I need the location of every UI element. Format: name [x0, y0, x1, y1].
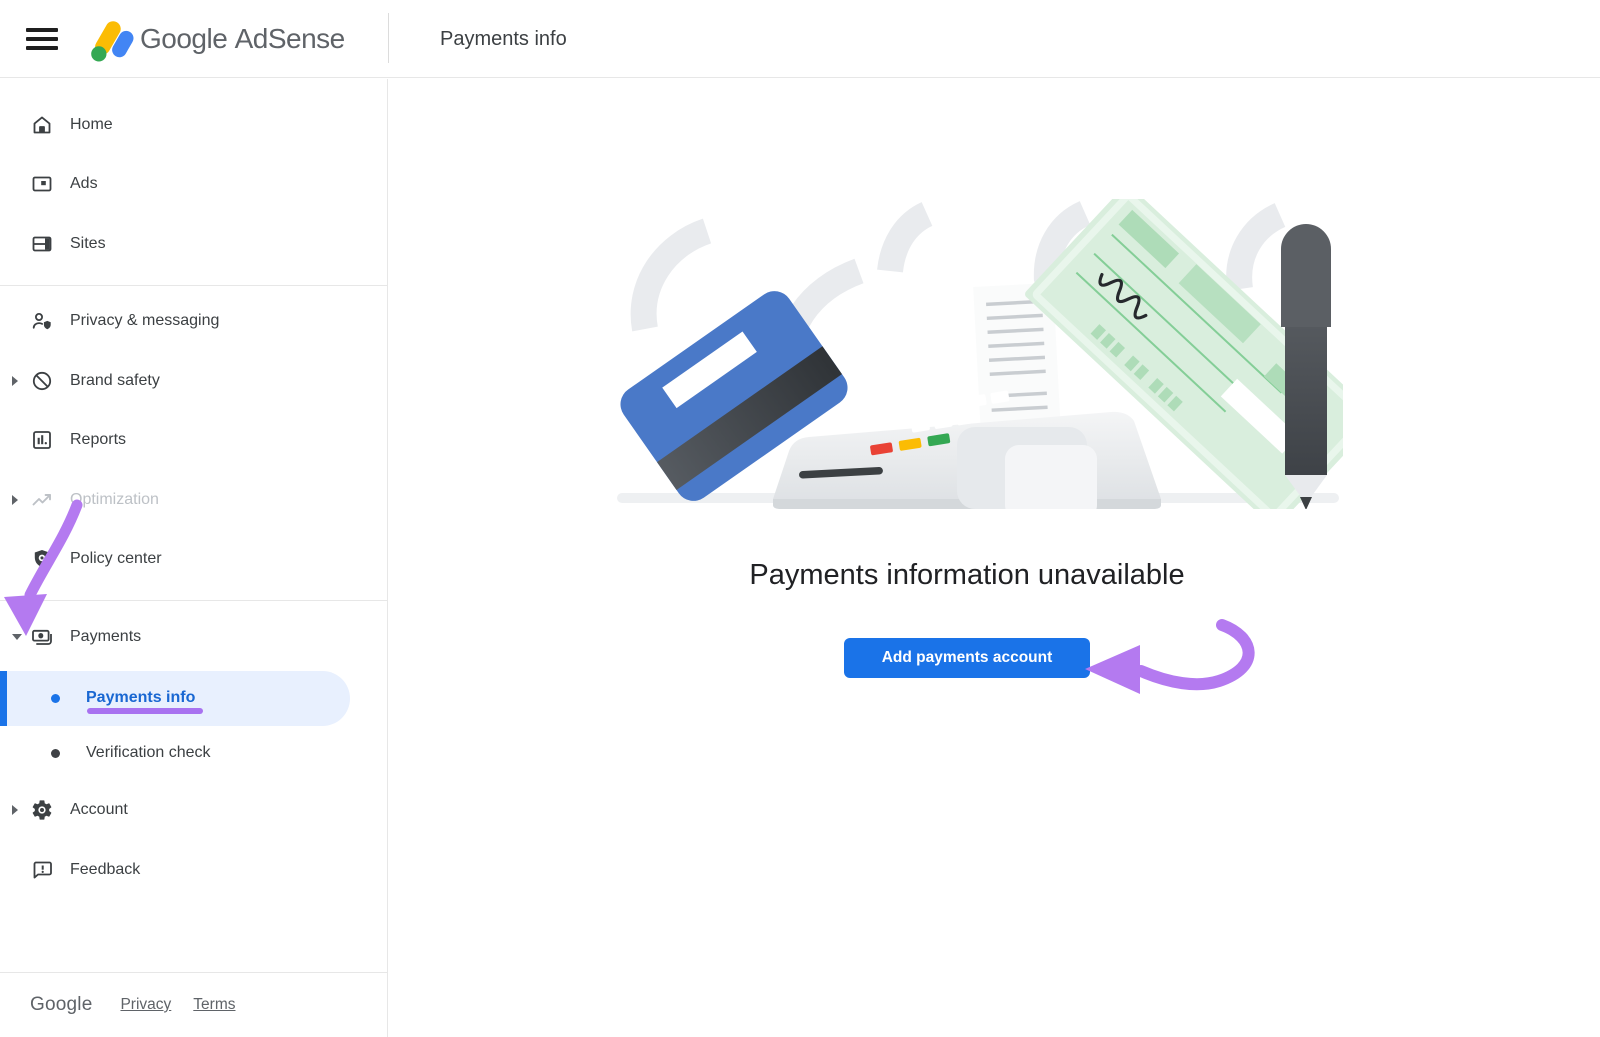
sidebar-item-label: Optimization: [70, 491, 159, 509]
footer-privacy-link[interactable]: Privacy: [120, 996, 171, 1014]
sidebar-item-home[interactable]: Home: [0, 95, 387, 155]
sidebar-divider: [0, 600, 387, 601]
ads-icon: [30, 172, 54, 196]
sidebar-item-label: Verification check: [86, 744, 211, 762]
bullet-icon: [51, 694, 60, 703]
account-icon: [30, 798, 54, 822]
privacy-messaging-icon: [30, 309, 54, 333]
sidebar-item-verification-check[interactable]: Verification check: [0, 726, 387, 781]
sidebar-footer: Google Privacy Terms: [0, 972, 387, 1037]
policy-center-icon: [30, 547, 54, 571]
footer-google-wordmark: Google: [30, 994, 92, 1016]
sidebar-item-privacy-messaging[interactable]: Privacy & messaging: [0, 292, 387, 352]
annotation-underline: [87, 708, 203, 714]
expand-caret-icon[interactable]: [12, 805, 18, 815]
annotation-arrow-add-payments: [1081, 601, 1281, 719]
sidebar-item-label: Account: [70, 801, 128, 819]
sidebar-divider: [0, 285, 387, 286]
add-payments-account-button[interactable]: Add payments account: [844, 638, 1090, 678]
collapse-caret-icon[interactable]: [12, 634, 22, 640]
payments-icon: [30, 625, 54, 649]
sidebar-item-feedback[interactable]: Feedback: [0, 840, 387, 900]
reports-icon: [30, 428, 54, 452]
home-icon: [30, 113, 54, 137]
sidebar-item-label: Ads: [70, 175, 98, 193]
feedback-icon: [30, 858, 54, 882]
sidebar-item-brand-safety[interactable]: Brand safety: [0, 351, 387, 411]
sidebar-item-payments[interactable]: Payments: [0, 607, 387, 667]
app-header: Google AdSense Payments info: [0, 0, 1600, 78]
selected-indicator-bar: [0, 671, 7, 726]
brand-google: Google: [140, 23, 227, 54]
brand-product: AdSense: [235, 23, 345, 54]
brand-safety-icon: [30, 369, 54, 393]
sidebar-item-label: Payments: [70, 628, 141, 646]
sidebar-item-label: Sites: [70, 235, 106, 253]
optimization-icon: [30, 488, 54, 512]
page-title: Payments info: [440, 0, 567, 78]
empty-state-title: Payments information unavailable: [389, 559, 1545, 592]
brand-wordmark: Google AdSense: [140, 0, 345, 78]
payment-methods-illustration: [613, 199, 1343, 509]
sidebar-item-reports[interactable]: Reports: [0, 411, 387, 471]
expand-caret-icon[interactable]: [12, 376, 18, 386]
sidebar-item-label: Home: [70, 116, 113, 134]
adsense-logo-icon[interactable]: [84, 12, 138, 66]
sidebar-item-ads[interactable]: Ads: [0, 155, 387, 215]
sidebar-item-payments-info[interactable]: Payments info: [0, 671, 350, 726]
expand-caret-icon[interactable]: [12, 495, 18, 505]
sidebar-item-sites[interactable]: Sites: [0, 214, 387, 274]
sidebar-item-label: Reports: [70, 431, 126, 449]
sidebar: Home Ads Sites Privacy & mess: [0, 79, 388, 1037]
sites-icon: [30, 232, 54, 256]
sidebar-item-label: Privacy & messaging: [70, 312, 219, 330]
hamburger-icon[interactable]: [26, 28, 58, 50]
sidebar-item-label: Policy center: [70, 550, 162, 568]
bullet-icon: [51, 749, 60, 758]
sidebar-item-label: Feedback: [70, 861, 140, 879]
sidebar-item-policy-center[interactable]: Policy center: [0, 530, 387, 590]
sidebar-item-label: Payments info: [86, 689, 195, 707]
sidebar-item-optimization[interactable]: Optimization: [0, 470, 387, 530]
sidebar-item-label: Brand safety: [70, 372, 160, 390]
footer-terms-link[interactable]: Terms: [193, 996, 235, 1014]
main-content: Payments information unavailable Add pay…: [389, 79, 1600, 1037]
sidebar-item-account[interactable]: Account: [0, 781, 387, 841]
header-divider: [388, 13, 389, 63]
